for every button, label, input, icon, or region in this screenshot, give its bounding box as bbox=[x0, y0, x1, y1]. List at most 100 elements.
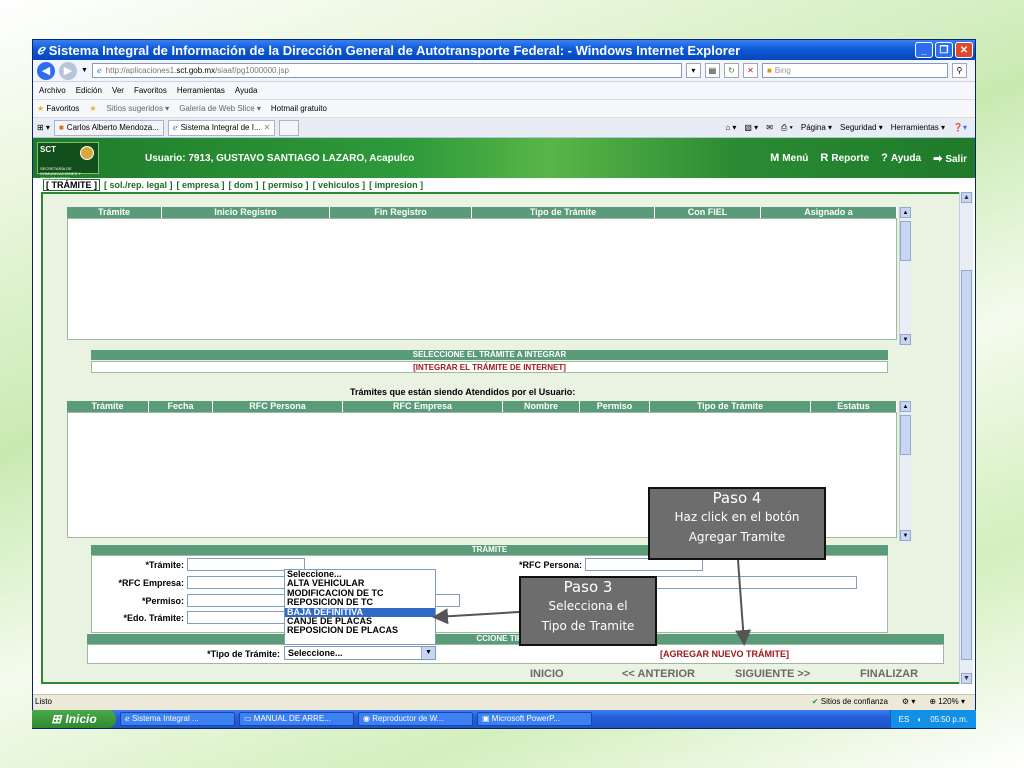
language-indicator[interactable]: ES bbox=[899, 715, 910, 724]
tab-close-icon[interactable]: ✕ bbox=[264, 123, 271, 132]
tramites-grid-scrollbar[interactable]: ▲ ▼ bbox=[899, 207, 911, 345]
new-tab-button[interactable] bbox=[279, 119, 300, 136]
forward-button[interactable]: ▶ bbox=[59, 61, 77, 80]
menu-ver[interactable]: Ver bbox=[112, 86, 124, 95]
col2-rfc-empresa[interactable]: RFC Empresa bbox=[343, 401, 503, 412]
attended-grid-scrollbar[interactable]: ▲ ▼ bbox=[899, 401, 911, 541]
grid2-scroll-thumb[interactable] bbox=[900, 415, 911, 455]
menu-herramientas[interactable]: Herramientas bbox=[177, 86, 225, 95]
menu-favoritos[interactable]: Favoritos bbox=[134, 86, 167, 95]
menu-edicion[interactable]: Edición bbox=[76, 86, 102, 95]
add-favorite-icon[interactable]: ★ bbox=[89, 104, 96, 113]
task-reproductor-label: Reproductor de W... bbox=[372, 714, 444, 723]
tab-vehiculos[interactable]: [ vehiculos ] bbox=[313, 180, 366, 190]
menu-ayuda[interactable]: Ayuda bbox=[235, 86, 258, 95]
favorites-button[interactable]: ★ Favoritos bbox=[37, 104, 79, 113]
url-dropdown-button[interactable]: ▾ bbox=[685, 63, 701, 78]
fav-item-webslice[interactable]: Galería de Web Slice ▾ bbox=[179, 104, 261, 113]
inicio-link[interactable]: INICIO bbox=[530, 668, 564, 680]
col2-tipo-tramite[interactable]: Tipo de Trámite bbox=[650, 401, 811, 412]
print-icon[interactable]: ⎙ ▾ bbox=[781, 123, 793, 133]
tab-permiso[interactable]: [ permiso ] bbox=[263, 180, 309, 190]
integrate-internet-link[interactable]: [INTEGRAR EL TRÁMITE DE INTERNET] bbox=[91, 361, 888, 373]
col2-rfc-persona[interactable]: RFC Persona bbox=[213, 401, 343, 412]
grid1-scroll-down-icon[interactable]: ▼ bbox=[900, 334, 911, 345]
grid1-scroll-up-icon[interactable]: ▲ bbox=[900, 207, 911, 218]
scroll-thumb[interactable] bbox=[961, 270, 972, 660]
compat-view-icon[interactable]: ▤ bbox=[704, 63, 720, 78]
stop-icon[interactable]: ✕ bbox=[742, 63, 758, 78]
home-icon[interactable]: ⌂ ▾ bbox=[725, 123, 736, 133]
chevron-down-icon[interactable]: ▼ bbox=[421, 647, 435, 659]
search-input[interactable]: ■ Bing bbox=[761, 63, 948, 78]
tab-impresion[interactable]: [ impresion ] bbox=[369, 180, 423, 190]
eagle-emblem-icon bbox=[80, 146, 94, 160]
close-button[interactable]: ✕ bbox=[955, 42, 973, 58]
start-button[interactable]: ⊞ Inicio bbox=[32, 710, 116, 728]
option-reposicion-placas[interactable]: REPOSICION DE PLACAS bbox=[285, 625, 435, 635]
minimize-button[interactable]: _ bbox=[915, 42, 933, 58]
agregar-tramite-button[interactable]: [AGREGAR NUEVO TRÁMITE] bbox=[660, 649, 820, 659]
salir-link-label: Salir bbox=[945, 153, 967, 165]
col-asignado-a[interactable]: Asignado a bbox=[761, 207, 897, 218]
menu-link[interactable]: M Menú bbox=[770, 152, 808, 164]
col2-estatus[interactable]: Estatus bbox=[811, 401, 897, 412]
restore-button[interactable]: ❐ bbox=[935, 42, 953, 58]
tab-sol-rep-legal[interactable]: [ sol./rep. legal ] bbox=[104, 180, 173, 190]
url-input[interactable]: ℯ http://aplicaciones1. sct.gob.mx/siaaf/… bbox=[91, 63, 682, 78]
task-reproductor[interactable]: ◉ Reproductor de W... bbox=[358, 712, 473, 726]
cmd-pagina[interactable]: Página ▾ bbox=[801, 123, 832, 133]
finalizar-link[interactable]: FINALIZAR bbox=[860, 668, 918, 680]
col-inicio-registro[interactable]: Inicio Registro bbox=[162, 207, 330, 218]
menu-archivo[interactable]: Archivo bbox=[39, 86, 66, 95]
col2-tramite[interactable]: Trámite bbox=[67, 401, 149, 412]
anterior-link[interactable]: << ANTERIOR bbox=[622, 668, 695, 680]
quick-tabs-icon[interactable]: ⊞ ▾ bbox=[37, 123, 50, 132]
col-tramite[interactable]: Trámite bbox=[67, 207, 162, 218]
tab-sistema[interactable]: ℯ Sistema Integral de I... ✕ bbox=[167, 119, 276, 136]
task-sistema[interactable]: ℯ Sistema Integral ... bbox=[120, 712, 235, 726]
tab-empresa[interactable]: [ empresa ] bbox=[177, 180, 225, 190]
tab-bar: ⊞ ▾ ■ Carlos Alberto Mendoza... ℯ Sistem… bbox=[33, 118, 975, 138]
back-button[interactable]: ◀ bbox=[37, 61, 55, 80]
tramites-grid-body[interactable] bbox=[67, 218, 897, 340]
grid1-scroll-thumb[interactable] bbox=[900, 221, 911, 261]
menu-icon: M bbox=[770, 152, 780, 164]
task-manual[interactable]: ▭ MANUAL DE ARRE... bbox=[239, 712, 354, 726]
col2-fecha[interactable]: Fecha bbox=[149, 401, 213, 412]
tipo-tramite-select[interactable]: Seleccione... ▼ bbox=[284, 646, 436, 660]
protected-mode-icon[interactable]: ⚙ ▾ bbox=[902, 697, 915, 706]
system-tray: ES ◐ 05:50 p.m. bbox=[889, 710, 976, 728]
scroll-down-arrow-icon[interactable]: ▼ bbox=[961, 673, 972, 684]
history-dropdown-icon[interactable]: ▼ bbox=[81, 67, 88, 74]
tab-outlook[interactable]: ■ Carlos Alberto Mendoza... bbox=[53, 119, 164, 136]
refresh-icon[interactable]: ↻ bbox=[723, 63, 739, 78]
cmd-herramientas[interactable]: Herramientas ▾ bbox=[891, 123, 945, 133]
tipo-tramite-dropdown-list[interactable]: Seleccione... ALTA VEHICULAR MODIFICACIO… bbox=[284, 569, 436, 645]
siguiente-link[interactable]: SIGUIENTE >> bbox=[735, 668, 810, 680]
help-icon[interactable]: ❓▾ bbox=[953, 123, 967, 133]
zoom-control[interactable]: ⊕ 120% ▾ bbox=[929, 697, 965, 706]
col-con-fiel[interactable]: Con FIEL bbox=[655, 207, 761, 218]
reporte-link[interactable]: R Reporte bbox=[820, 152, 869, 164]
grid2-scroll-up-icon[interactable]: ▲ bbox=[900, 401, 911, 412]
fav-item-hotmail[interactable]: Hotmail gratuito bbox=[271, 104, 327, 113]
search-icon[interactable]: ⚲ bbox=[951, 63, 967, 78]
feeds-icon[interactable]: ▧ ▾ bbox=[744, 123, 758, 133]
tab-dom[interactable]: [ dom ] bbox=[229, 180, 259, 190]
col2-permiso[interactable]: Permiso bbox=[580, 401, 650, 412]
grid2-scroll-down-icon[interactable]: ▼ bbox=[900, 530, 911, 541]
salir-link[interactable]: ➡ Salir bbox=[933, 152, 967, 165]
mail-icon[interactable]: ✉ bbox=[766, 123, 773, 133]
ayuda-link[interactable]: ? Ayuda bbox=[881, 152, 921, 164]
col2-nombre[interactable]: Nombre bbox=[503, 401, 580, 412]
col-tipo-tramite[interactable]: Tipo de Trámite bbox=[472, 207, 655, 218]
cmd-seguridad[interactable]: Seguridad ▾ bbox=[840, 123, 883, 133]
page-scrollbar[interactable]: ▲ ▼ bbox=[959, 192, 973, 684]
col-fin-registro[interactable]: Fin Registro bbox=[330, 207, 472, 218]
fav-item-sugeridos[interactable]: Sitios sugeridos ▾ bbox=[106, 104, 169, 113]
scroll-up-arrow-icon[interactable]: ▲ bbox=[961, 192, 972, 203]
app-header: SCT SECRETARÍA DE COMUNICACIONES Y TRANS… bbox=[33, 138, 975, 181]
tray-network-icon[interactable]: ◐ bbox=[917, 715, 922, 724]
task-powerpoint[interactable]: ▣ Microsoft PowerP... bbox=[477, 712, 592, 726]
